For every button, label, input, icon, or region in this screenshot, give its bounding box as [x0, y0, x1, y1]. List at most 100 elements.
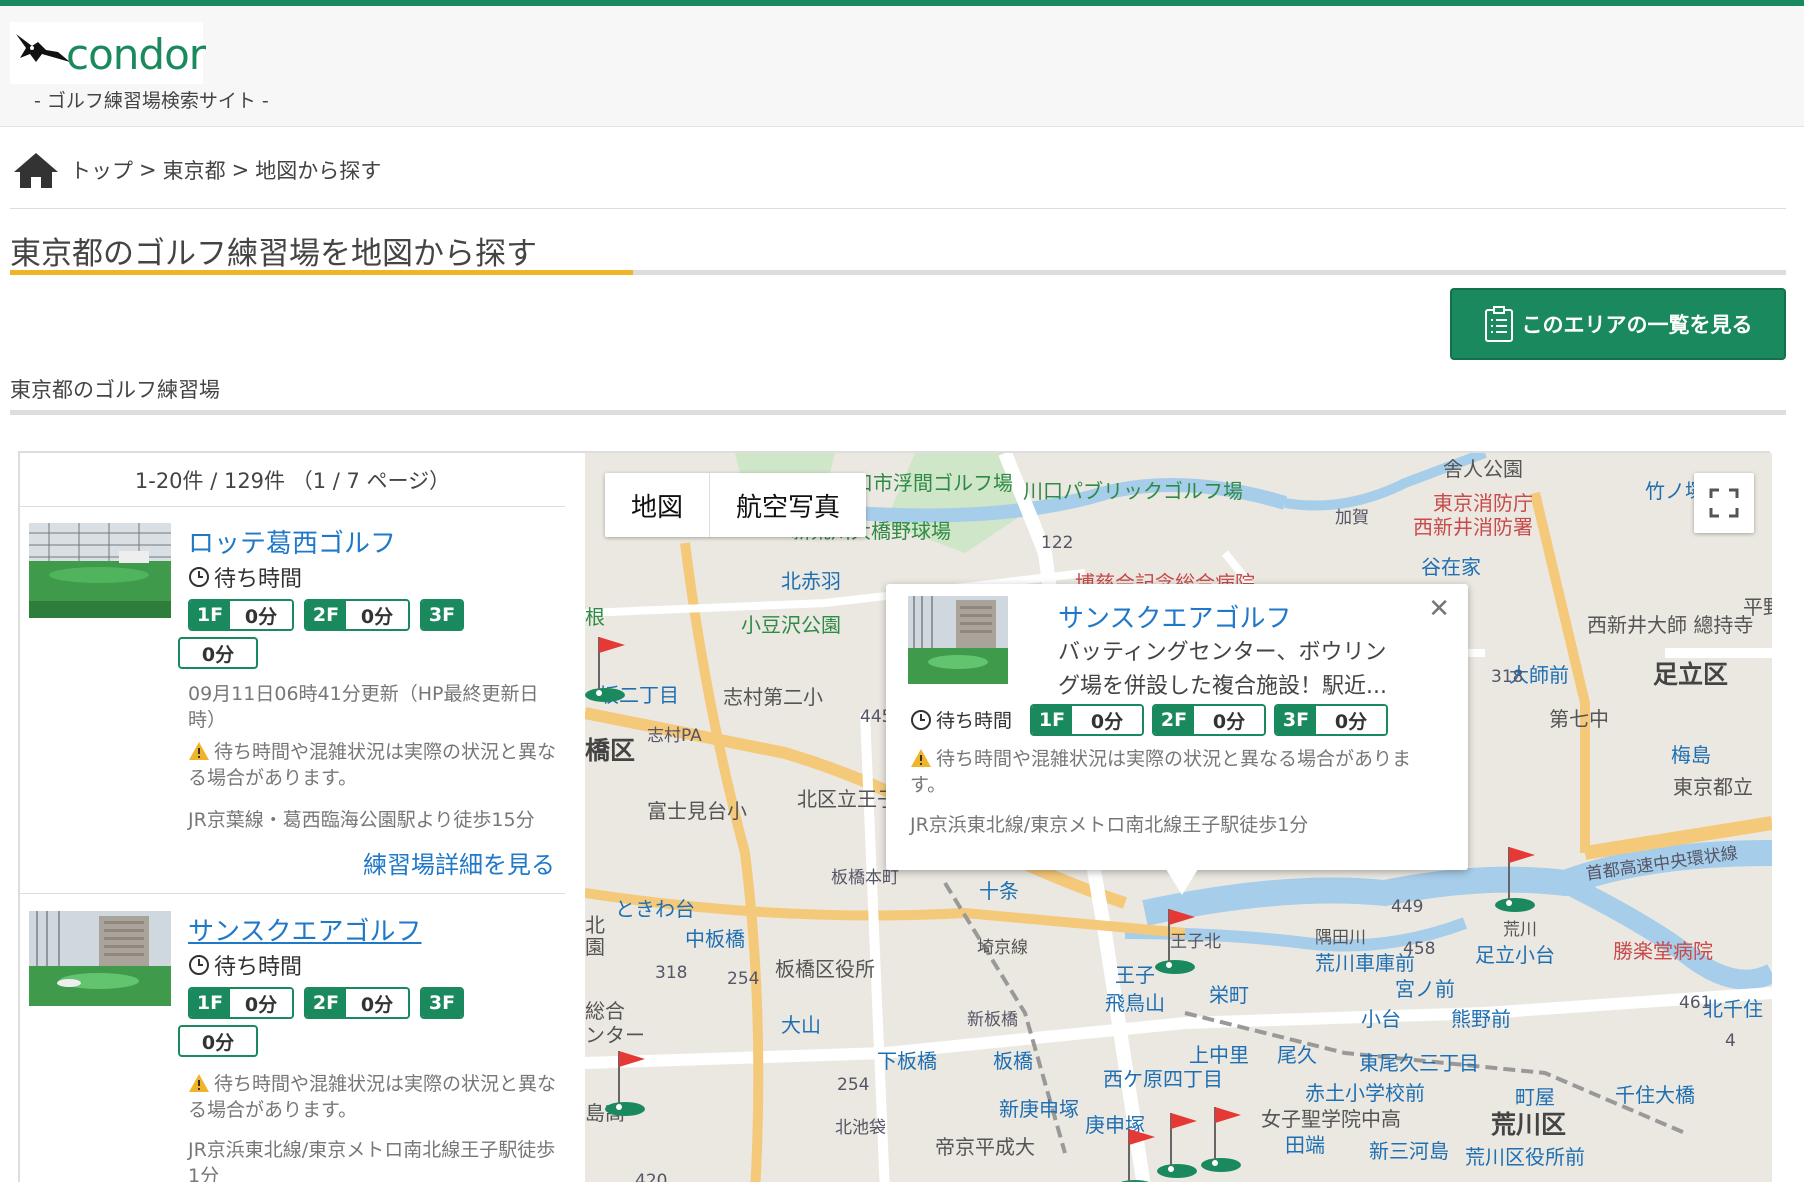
map-label: 第七中: [1549, 707, 1609, 731]
floor-wait-times-row2: 0分: [178, 637, 268, 669]
wait-time-label: 待ち時間: [188, 949, 302, 981]
map-type-satellite-button[interactable]: 航空写真: [710, 473, 866, 537]
map-label: 西新井消防署: [1413, 515, 1533, 539]
map-label: 平野: [1743, 595, 1772, 619]
wait-time-text: 待ち時間: [214, 567, 303, 592]
floor-value: 0分: [346, 601, 408, 629]
floor-value: 0分: [346, 989, 408, 1017]
access-info: JR京葉線・葛西臨海公園駅より徒歩15分: [188, 809, 535, 831]
site-header: condor - ゴルフ練習場検索サイト -: [0, 6, 1804, 127]
info-range-photo: [908, 596, 1008, 684]
result-count: 1-20件 / 129件 （1 / 7 ページ）: [20, 453, 565, 507]
map-label: 小台: [1361, 1007, 1401, 1031]
map-label: 荒川車庫前: [1315, 951, 1415, 975]
map-label: 西ケ原四丁目: [1103, 1067, 1223, 1091]
map-label: 新板橋: [967, 1010, 1018, 1030]
floor-wait-times-row2: 0分: [178, 1025, 268, 1057]
map-label: 新三河島: [1369, 1139, 1449, 1163]
logo[interactable]: condor: [10, 22, 206, 84]
breadcrumb-current: 地図から探す: [255, 159, 382, 183]
info-description: バッティングセンター、ボウリング場を併設した複合施設！駅近...: [1058, 640, 1387, 699]
results-list: 1-20件 / 129件 （1 / 7 ページ） ロッテ葛西ゴルフ 待ち時間 1…: [20, 453, 585, 1182]
map-label: 女子聖学院中高: [1261, 1107, 1401, 1131]
golf-flag-marker[interactable]: [1495, 843, 1541, 913]
warning-icon: [189, 1074, 209, 1092]
golf-flag-marker[interactable]: [1157, 1109, 1203, 1179]
floor-1f: 1F 0分: [1030, 704, 1144, 736]
range-name[interactable]: サンスクエアゴルフ: [188, 911, 421, 948]
map-label: 飛鳥山: [1105, 991, 1165, 1015]
floor-label: 3F: [1276, 706, 1316, 734]
breadcrumb-tokyo[interactable]: 東京都: [163, 155, 226, 185]
golf-flag-marker[interactable]: [1115, 1125, 1161, 1182]
breadcrumb: トップ > 東京都 > 地図から探す: [12, 150, 381, 190]
map-label: 宮ノ前: [1395, 977, 1455, 1001]
floor-3f: 3F 0分: [1274, 704, 1388, 736]
clock-icon: [189, 955, 209, 975]
close-icon[interactable]: ✕: [1428, 594, 1450, 624]
floor-value: 0分: [230, 601, 292, 629]
clock-icon: [189, 567, 209, 587]
range-photo[interactable]: [29, 911, 171, 1006]
map-label: 栄町: [1209, 983, 1249, 1007]
range-photo[interactable]: [29, 523, 171, 618]
map-label: 荒川区: [1491, 1110, 1567, 1139]
floor-value: 0分: [1194, 706, 1264, 734]
site-tagline: - ゴルフ練習場検索サイト -: [34, 90, 269, 112]
map-label: 舎人公園: [1443, 457, 1523, 481]
route-shield: 318: [1491, 667, 1524, 687]
route-shield: 318: [655, 963, 688, 983]
route-shield: 254: [837, 1075, 870, 1095]
condor-bird-icon: [16, 34, 70, 62]
map-label: 足立区: [1653, 660, 1729, 689]
fullscreen-button[interactable]: [1694, 473, 1754, 533]
map-label: 東尾久三丁目: [1359, 1051, 1479, 1075]
map-label: 小豆沢公園: [741, 613, 841, 637]
map-label: 新庚申塚: [999, 1097, 1079, 1121]
list-item: サンスクエアゴルフ 待ち時間 1F 0分 2F 0分 3F 0分 待ち時間や混雑状況…: [20, 911, 565, 1182]
map-label: 北池袋: [835, 1118, 886, 1138]
map-label: 帝京平成大: [935, 1135, 1035, 1159]
home-icon[interactable]: [12, 150, 60, 190]
golf-flag-marker[interactable]: [605, 1047, 651, 1117]
clock-icon: [911, 709, 931, 730]
floor-label: 3F: [422, 601, 462, 629]
wait-warning: 待ち時間や混雑状況は実際の状況と異なる場合があります。: [188, 1071, 568, 1123]
route-shield: 122: [1041, 533, 1074, 553]
info-window-pointer: [1166, 869, 1198, 895]
map-label: 志村第二小: [723, 685, 823, 709]
map-label: 赤土小学校前: [1305, 1081, 1425, 1105]
floor-value: 0分: [1072, 706, 1142, 734]
golf-flag-marker[interactable]: [1201, 1103, 1247, 1173]
info-range-name[interactable]: サンスクエアゴルフ: [1058, 598, 1291, 635]
map-label: 東京都立: [1673, 775, 1753, 799]
map-label: 加賀: [1335, 508, 1369, 528]
floor-wait-times: 1F 0分 2F 0分 3F: [188, 987, 474, 1019]
route-shield: 449: [1391, 897, 1424, 917]
page-title: 東京都のゴルフ練習場を地図から探す: [10, 236, 537, 272]
golf-flag-marker[interactable]: [585, 633, 631, 703]
map-type-map-button[interactable]: 地図: [605, 473, 709, 537]
route-shield: 420: [635, 1171, 668, 1182]
floor-value: 0分: [1316, 706, 1386, 734]
wait-warning: 待ち時間や混雑状況は実際の状況と異なる場合があります。: [188, 739, 568, 791]
breadcrumb-top[interactable]: トップ: [70, 155, 133, 185]
floor-label: 1F: [190, 989, 230, 1017]
updated-time: 09月11日06時41分更新（HP最終更新日時）: [188, 683, 539, 731]
divider: [10, 208, 1786, 209]
list-item: ロッテ葛西ゴルフ 待ち時間 1F 0分 2F 0分 3F 0分 09月11日06時4…: [20, 523, 565, 903]
floor-1f: 1F 0分: [188, 987, 294, 1019]
map-label: 埼京線: [977, 938, 1028, 958]
golf-flag-marker[interactable]: [1155, 905, 1201, 975]
floor-3f: 3F: [420, 987, 464, 1019]
wait-time-text: 待ち時間: [936, 710, 1013, 732]
detail-link[interactable]: 練習場詳細を見る: [363, 845, 555, 880]
floor-2f: 2F 0分: [304, 987, 410, 1019]
range-name[interactable]: ロッテ葛西ゴルフ: [188, 523, 396, 560]
map-label: 北千住: [1703, 997, 1763, 1021]
map-label: 田端: [1285, 1133, 1325, 1157]
area-list-button[interactable]: このエリアの一覧を見る: [1450, 288, 1786, 360]
map-label: 志村PA: [647, 726, 702, 746]
map-label: 足立小台: [1475, 943, 1555, 967]
wait-time-label: 待ち時間: [910, 706, 1012, 733]
